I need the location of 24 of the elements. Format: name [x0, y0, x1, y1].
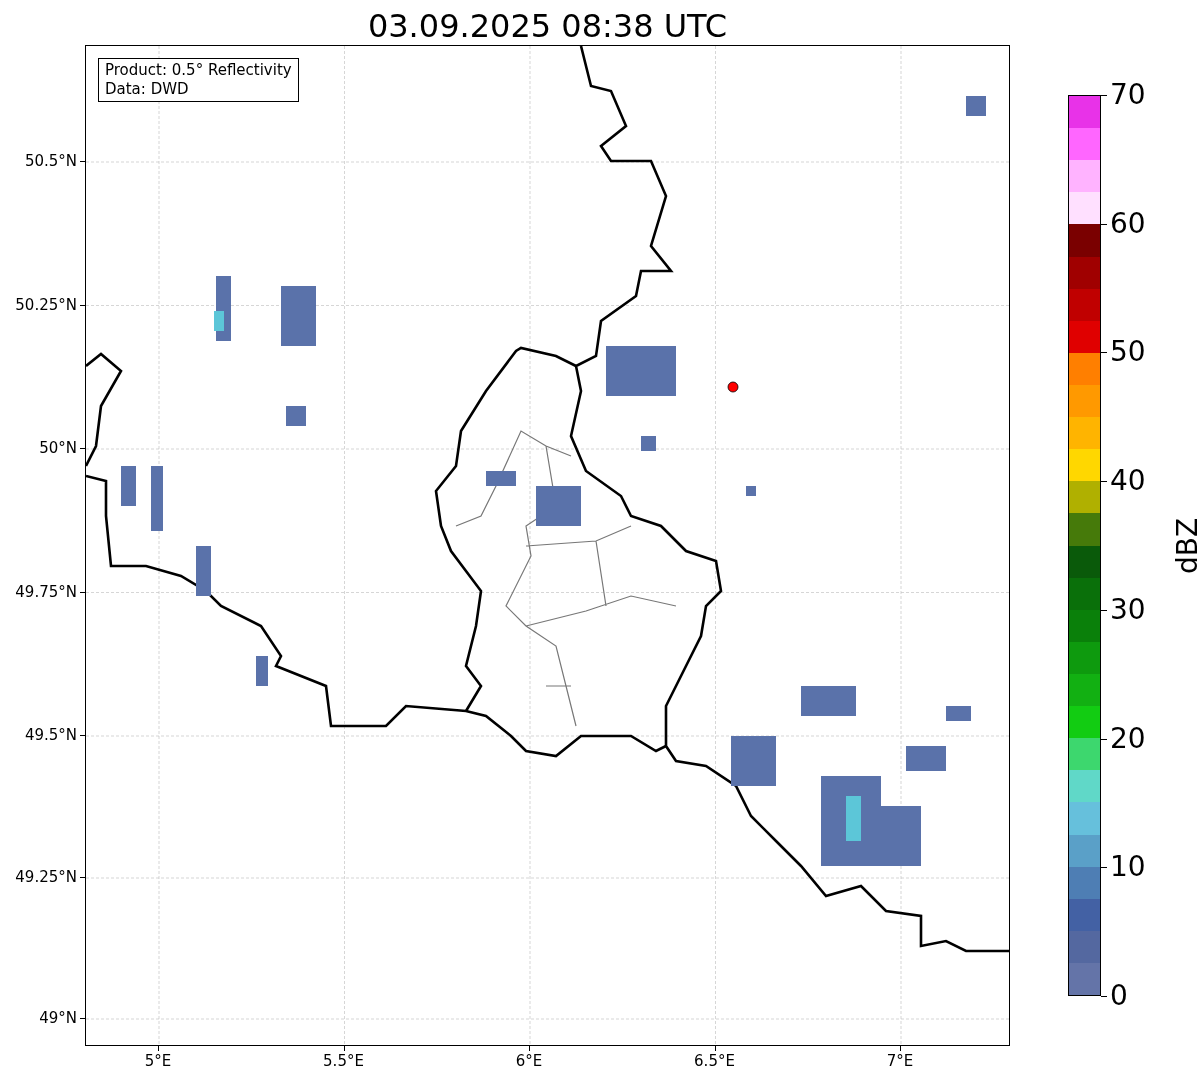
axis-tick-label: 5.5°E — [323, 1052, 364, 1070]
colorbar-label: dBZ — [1172, 517, 1202, 575]
colorbar-tick-label: 40 — [1110, 465, 1146, 498]
colorbar-tick-label: 20 — [1110, 722, 1146, 755]
axis-tick-label: 6.5°E — [694, 1052, 735, 1070]
axis-tick-label: 50.25°N — [15, 295, 77, 314]
colorbar-tick-label: 30 — [1110, 593, 1146, 626]
legend-text: Data: DWD — [105, 80, 190, 99]
chart-title: 03.09.2025 08:38 UTC — [366, 6, 729, 47]
axis-tick-label: 49.75°N — [15, 582, 77, 601]
axis-tick-label: 7°E — [886, 1052, 914, 1070]
axis-tick-label: 5°E — [144, 1052, 172, 1070]
axis-tick-label: 50°N — [39, 439, 77, 457]
axis-tick-label: 50.5°N — [24, 152, 77, 170]
colorbar-tick-label: 70 — [1110, 79, 1146, 111]
axis-tick-label: 6°E — [515, 1052, 543, 1070]
colorbar-tick-label: 0 — [1110, 980, 1128, 1012]
axis-tick-label: 49°N — [39, 1009, 77, 1027]
colorbar-tick-label: 50 — [1110, 336, 1146, 369]
colorbar-tick-label: 10 — [1110, 851, 1146, 884]
legend-text: Product: 0.5° Reflectivity — [105, 61, 292, 80]
axis-tick-label: 49.5°N — [24, 726, 77, 744]
colorbar-tick-label: 60 — [1110, 207, 1146, 240]
axis-tick-label: 49.25°N — [15, 868, 77, 886]
